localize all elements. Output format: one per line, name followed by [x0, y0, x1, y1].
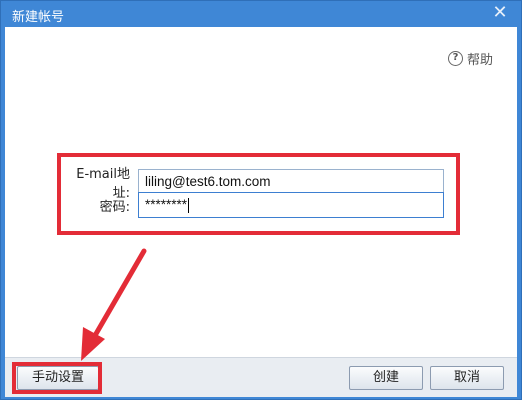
text-caret — [188, 197, 190, 213]
cancel-button[interactable]: 取消 — [430, 366, 504, 390]
dialog-title: 新建帐号 — [12, 10, 65, 25]
password-label: 密码: — [99, 199, 130, 215]
help-icon: ? — [447, 51, 463, 66]
password-value: ******** — [145, 197, 188, 212]
help-link[interactable]: ? 帮助 — [447, 49, 493, 68]
close-icon[interactable]: ✕ — [491, 3, 509, 23]
email-value: liling@test6.tom.com — [145, 174, 271, 189]
password-row: 密码: ******** — [61, 192, 444, 218]
new-account-dialog: 新建帐号 ✕ ? 帮助 E-mail地址: liling@test6.tom.c… — [0, 0, 522, 400]
password-field[interactable]: ******** — [138, 192, 444, 218]
help-label: 帮助 — [466, 53, 493, 68]
title-bar: 新建帐号 ✕ — [1, 1, 521, 27]
account-form-highlight: E-mail地址: liling@test6.tom.com 密码: *****… — [57, 153, 460, 235]
create-button[interactable]: 创建 — [349, 366, 423, 390]
manual-setup-highlight — [12, 362, 102, 394]
dialog-content: ? 帮助 E-mail地址: liling@test6.tom.com 密码: … — [5, 27, 517, 357]
